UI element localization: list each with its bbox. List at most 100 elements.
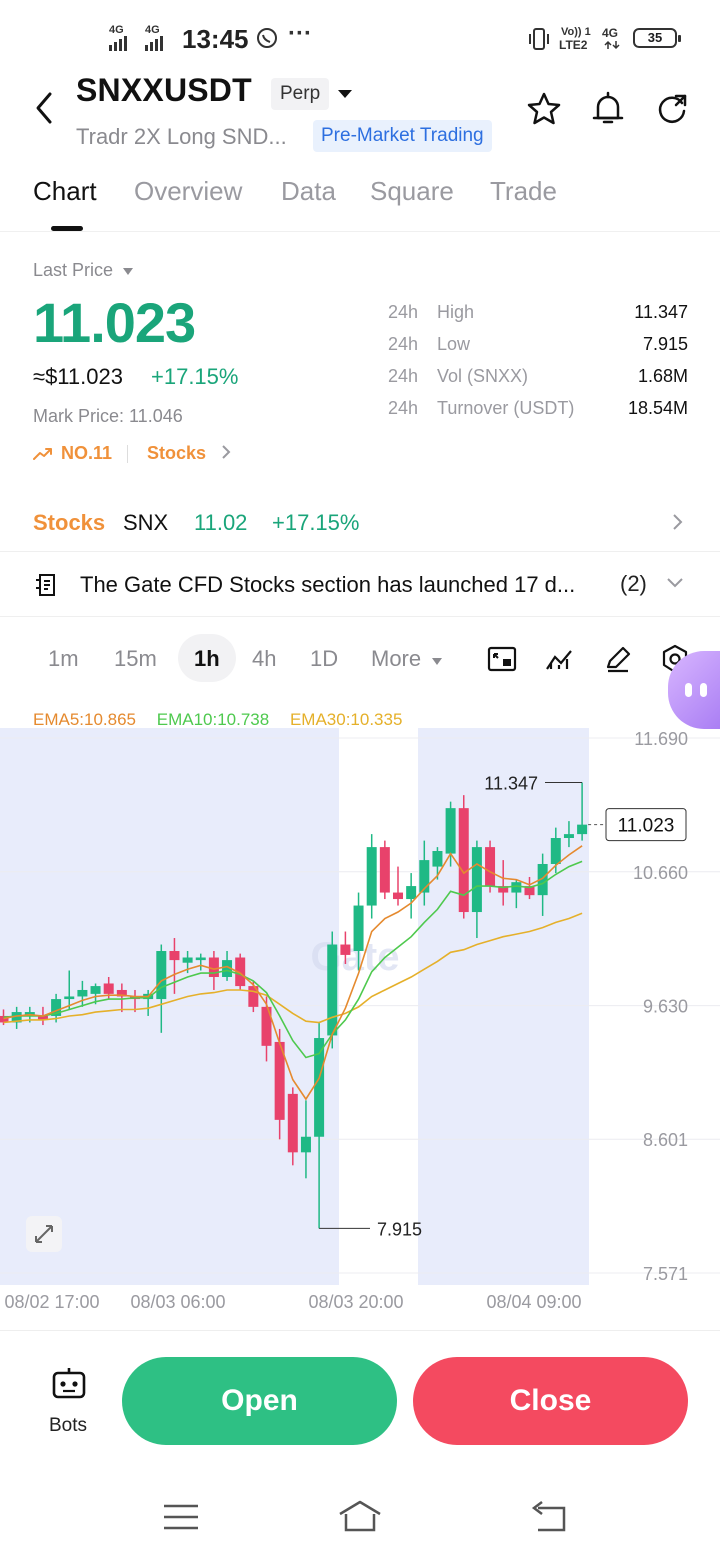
stat-label: High: [437, 302, 475, 322]
candle-body: [445, 808, 456, 854]
x-tick-label: 08/04 09:00: [486, 1292, 581, 1312]
interval-15m[interactable]: 15m: [114, 646, 157, 672]
stat-row-high: 24h High 11.347: [388, 302, 688, 330]
x-tick-label: 08/03 06:00: [130, 1292, 225, 1312]
candle-body: [393, 892, 403, 900]
signal-icon: [109, 36, 127, 51]
stat-row-low: 24h Low 7.915: [388, 334, 688, 362]
interval-more[interactable]: More: [371, 646, 443, 672]
y-tick-label: 11.690: [634, 729, 688, 749]
fullscreen-button[interactable]: [26, 1216, 62, 1252]
draw-icon[interactable]: [604, 645, 632, 673]
category-link[interactable]: Stocks: [147, 443, 231, 464]
symbol-subtitle: Tradr 2X Long SND...: [76, 124, 287, 149]
stocks-row[interactable]: Stocks SNX 11.02 +17.15%: [0, 494, 720, 552]
chart-type-icon[interactable]: [487, 645, 517, 673]
refresh-icon[interactable]: [654, 91, 690, 127]
ema5-label: EMA5:10.865: [33, 710, 137, 729]
candle-body: [64, 996, 75, 1000]
candle-body: [340, 944, 351, 955]
open-button[interactable]: Open: [122, 1357, 397, 1445]
stat-label: Vol (SNXX): [437, 366, 529, 386]
tab-overview[interactable]: Overview: [134, 176, 242, 207]
ema30-label: EMA30:10.335: [289, 710, 403, 729]
bots-label[interactable]: Bots: [49, 1415, 87, 1437]
stocks-price: 11.02: [194, 510, 248, 535]
candle-body: [77, 989, 88, 997]
candle-body: [366, 847, 377, 906]
menu-icon[interactable]: [162, 1502, 200, 1532]
stocks-category: Stocks: [33, 510, 106, 535]
home-icon[interactable]: [336, 1498, 384, 1534]
candle-body: [90, 986, 101, 994]
tab-chart[interactable]: Chart: [33, 176, 97, 207]
last-price-label[interactable]: Last Price: [33, 260, 134, 281]
status-bar: 4G 4G 13:45 ··· Vo)) 1 LTE2 4G 35: [0, 0, 720, 76]
candle-body: [379, 847, 390, 893]
rank-badge[interactable]: NO.11: [33, 443, 112, 464]
back-icon[interactable]: [30, 90, 58, 126]
interval-more-label: More: [371, 646, 422, 671]
low-label: 7.915: [377, 1219, 422, 1239]
stat-period: 24h: [388, 398, 419, 418]
caret-down-icon: [432, 658, 443, 665]
candle-body: [485, 847, 496, 887]
stat-period: 24h: [388, 302, 419, 322]
y-tick-label: 8.601: [643, 1130, 688, 1150]
close-button[interactable]: Close: [413, 1357, 688, 1445]
tab-data[interactable]: Data: [281, 176, 336, 207]
price-chart[interactable]: 11.690 10.660 9.630 8.601 7.571 Gate 11.347 7.9…: [0, 700, 720, 1325]
chevron-down-icon[interactable]: [666, 577, 684, 589]
stat-period: 24h: [388, 366, 419, 386]
indicator-icon[interactable]: [545, 645, 575, 673]
lte-label: LTE2: [559, 38, 588, 52]
more-notifications-icon: ···: [288, 20, 312, 47]
y-tick-label: 7.571: [643, 1264, 688, 1284]
interval-1d[interactable]: 1D: [310, 646, 338, 672]
tab-square[interactable]: Square: [370, 176, 454, 207]
divider: [127, 445, 128, 463]
candle-body: [432, 851, 443, 867]
symbol-title[interactable]: SNXXUSDT: [76, 72, 252, 109]
candle-body: [550, 838, 561, 864]
tab-underline: [51, 226, 83, 231]
trend-up-icon: [33, 447, 52, 460]
candle-body: [471, 847, 482, 913]
ema-legend: EMA5:10.865 EMA10:10.738 EMA30:10.335: [33, 710, 402, 730]
battery-icon: 35: [633, 28, 681, 48]
caret-down-icon[interactable]: [336, 88, 354, 100]
tab-trade[interactable]: Trade: [490, 176, 557, 207]
main-tabs: Chart Overview Data Square Trade: [0, 166, 720, 232]
session-band: [0, 728, 339, 1285]
candlestick-chart[interactable]: 11.69010.6609.6308.6017.571Gate11.3477.9…: [0, 700, 720, 1325]
rank-label: NO.11: [61, 443, 113, 463]
stat-period: 24h: [388, 334, 419, 354]
session-band: [418, 728, 589, 1285]
candle-body: [287, 1093, 298, 1153]
vibrate-icon: [529, 28, 549, 50]
announcement-bar[interactable]: The Gate CFD Stocks section has launched…: [0, 553, 720, 617]
stat-row-turnover: 24h Turnover (USDT) 18.54M: [388, 398, 688, 426]
interval-1m[interactable]: 1m: [48, 646, 79, 672]
interval-1h[interactable]: 1h: [194, 646, 220, 672]
candle-body: [353, 905, 364, 952]
interval-4h[interactable]: 4h: [252, 646, 276, 672]
pre-market-badge: Pre-Market Trading: [313, 120, 492, 152]
chevron-right-icon: [222, 445, 231, 459]
network-label-1: 4G: [109, 24, 124, 36]
volte-label: Vo)) 1: [561, 26, 591, 38]
back-nav-icon[interactable]: [528, 1500, 568, 1532]
star-icon[interactable]: [526, 91, 562, 127]
perp-badge: Perp: [271, 78, 330, 110]
stat-value: 7.915: [642, 334, 688, 354]
last-price-label-text: Last Price: [33, 260, 114, 280]
candle-body: [208, 957, 219, 977]
system-nav-bar: [0, 1470, 720, 1560]
ema10-label: EMA10:10.738: [156, 710, 270, 729]
bot-icon[interactable]: [50, 1365, 88, 1401]
bell-icon[interactable]: [590, 90, 626, 128]
stat-label: Turnover (USDT): [437, 398, 575, 418]
expand-icon: [35, 1225, 53, 1243]
category-label: Stocks: [147, 443, 207, 463]
last-price-value: 11.023: [33, 291, 196, 354]
